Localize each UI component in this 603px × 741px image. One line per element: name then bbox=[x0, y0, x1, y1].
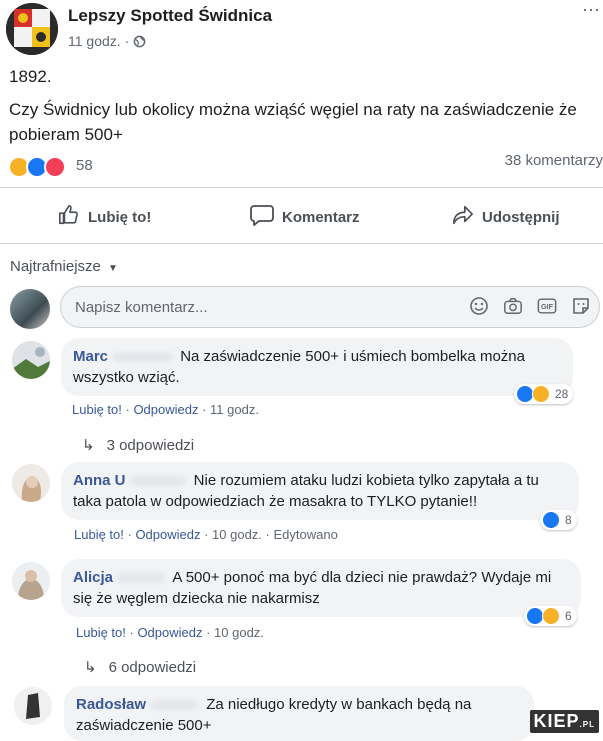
comment-button[interactable]: Komentarz bbox=[250, 202, 360, 232]
view-replies-link[interactable]: ↳ 6 odpowiedzi bbox=[84, 658, 196, 676]
comment-count[interactable]: 38 komentarzy bbox=[505, 152, 603, 169]
comment-author[interactable]: Anna U bbox=[73, 472, 126, 489]
replies-label: 3 odpowiedzi bbox=[106, 437, 195, 454]
page-name[interactable]: Lepszy Spotted Świdnica bbox=[68, 6, 272, 26]
comment-time[interactable]: 10 godz. bbox=[212, 527, 262, 542]
sticker-icon[interactable] bbox=[571, 296, 591, 316]
watermark-suffix: .PL bbox=[579, 720, 595, 729]
share-icon bbox=[452, 204, 474, 230]
reply-arrow-icon: ↳ bbox=[84, 659, 97, 676]
comment-bubble: Anna U Nie rozumiem ataku ludzi kobieta … bbox=[61, 462, 579, 520]
comment-meta: Lubię to! · Odpowiedz · 11 godz. bbox=[72, 402, 259, 417]
emoji-icon[interactable] bbox=[469, 296, 489, 316]
caret-down-icon: ▼ bbox=[108, 263, 118, 274]
composer-icons: GIF bbox=[469, 296, 591, 316]
comment-edited: Edytowano bbox=[273, 527, 338, 542]
comment-author[interactable]: Radosław bbox=[76, 696, 146, 713]
camera-icon[interactable] bbox=[503, 296, 523, 316]
comment-meta: Lubię to! · Odpowiedz · 10 godz. · Edyto… bbox=[74, 527, 338, 542]
love-reaction-icon bbox=[44, 156, 66, 178]
comment-reply-link[interactable]: Odpowiedz bbox=[133, 402, 198, 417]
comment-like-link[interactable]: Lubię to! bbox=[72, 402, 122, 417]
view-replies-link[interactable]: ↳ 3 odpowiedzi bbox=[82, 436, 194, 454]
comment-reactions[interactable]: 28 bbox=[514, 384, 574, 404]
comment-reactions[interactable]: 8 bbox=[540, 510, 577, 530]
sort-label: Najtrafniejsze bbox=[10, 258, 101, 275]
comment-reactions[interactable]: 6 bbox=[524, 606, 577, 626]
sort-dropdown[interactable]: Najtrafniejsze ▼ bbox=[10, 258, 118, 275]
page-avatar[interactable] bbox=[6, 3, 58, 55]
dot-separator: · bbox=[124, 33, 134, 49]
divider bbox=[0, 243, 603, 244]
comment-bubble: Radosław Za niedługo kredyty w bankach b… bbox=[64, 686, 534, 741]
blurred-name bbox=[112, 352, 173, 363]
comment-reaction-count: 28 bbox=[555, 387, 569, 401]
like-button[interactable]: Lubię to! bbox=[58, 202, 151, 232]
haha-reaction-icon bbox=[542, 607, 560, 625]
reaction-count[interactable]: 58 bbox=[76, 157, 93, 174]
divider bbox=[0, 187, 603, 188]
comment-author[interactable]: Alicja bbox=[73, 569, 113, 586]
post-number: 1892. bbox=[9, 67, 52, 86]
comment-avatar[interactable] bbox=[12, 562, 50, 600]
post-time[interactable]: 11 godz. bbox=[68, 33, 121, 49]
comment-placeholder: Napisz komentarz... bbox=[75, 299, 208, 316]
share-button[interactable]: Udostępnij bbox=[452, 202, 560, 232]
blurred-name bbox=[150, 700, 199, 711]
comment-meta: Lubię to! · Odpowiedz · 10 godz. bbox=[76, 625, 264, 640]
comment-like-link[interactable]: Lubię to! bbox=[74, 527, 124, 542]
haha-reaction-icon bbox=[532, 385, 550, 403]
blurred-name bbox=[117, 573, 166, 584]
comment-avatar[interactable] bbox=[12, 341, 50, 379]
current-user-avatar[interactable] bbox=[10, 289, 50, 329]
post-text: Czy Świdnicy lub okolicy można wziąść wę… bbox=[9, 100, 577, 144]
reply-arrow-icon: ↳ bbox=[82, 437, 95, 454]
comment-reply-link[interactable]: Odpowiedz bbox=[137, 625, 202, 640]
comment-reaction-count: 8 bbox=[565, 513, 572, 527]
comment-time[interactable]: 11 godz. bbox=[210, 402, 259, 417]
comment-reaction-count: 6 bbox=[565, 609, 572, 623]
comment-like-link[interactable]: Lubię to! bbox=[76, 625, 126, 640]
like-label: Lubię to! bbox=[88, 208, 152, 226]
thumb-up-icon bbox=[58, 204, 80, 230]
comment-time[interactable]: 10 godz. bbox=[214, 625, 264, 640]
post-meta: 11 godz. · bbox=[68, 33, 146, 49]
comment-bubble: Marc Na zaświadczenie 500+ i uśmiech bom… bbox=[61, 338, 573, 396]
globe-icon bbox=[133, 33, 146, 49]
comment-label: Komentarz bbox=[282, 208, 360, 226]
svg-text:GIF: GIF bbox=[541, 302, 554, 311]
comment-reply-link[interactable]: Odpowiedz bbox=[135, 527, 200, 542]
comment-avatar[interactable] bbox=[12, 464, 50, 502]
blurred-name bbox=[129, 476, 186, 487]
comment-icon bbox=[250, 204, 274, 230]
comment-bubble: Alicja A 500+ ponoć ma być dla dzieci ni… bbox=[61, 559, 581, 617]
like-reaction-icon bbox=[542, 511, 560, 529]
comment-avatar[interactable] bbox=[14, 687, 52, 725]
more-icon[interactable]: ⋯ bbox=[582, 0, 601, 21]
watermark-main: KIEP bbox=[533, 711, 580, 731]
replies-label: 6 odpowiedzi bbox=[108, 659, 197, 676]
watermark-logo: KIEP.PL bbox=[529, 710, 599, 733]
comment-author[interactable]: Marc bbox=[73, 348, 108, 365]
share-label: Udostępnij bbox=[482, 208, 560, 226]
comment-input[interactable]: Napisz komentarz... GIF bbox=[60, 286, 600, 328]
gif-icon[interactable]: GIF bbox=[537, 296, 557, 316]
